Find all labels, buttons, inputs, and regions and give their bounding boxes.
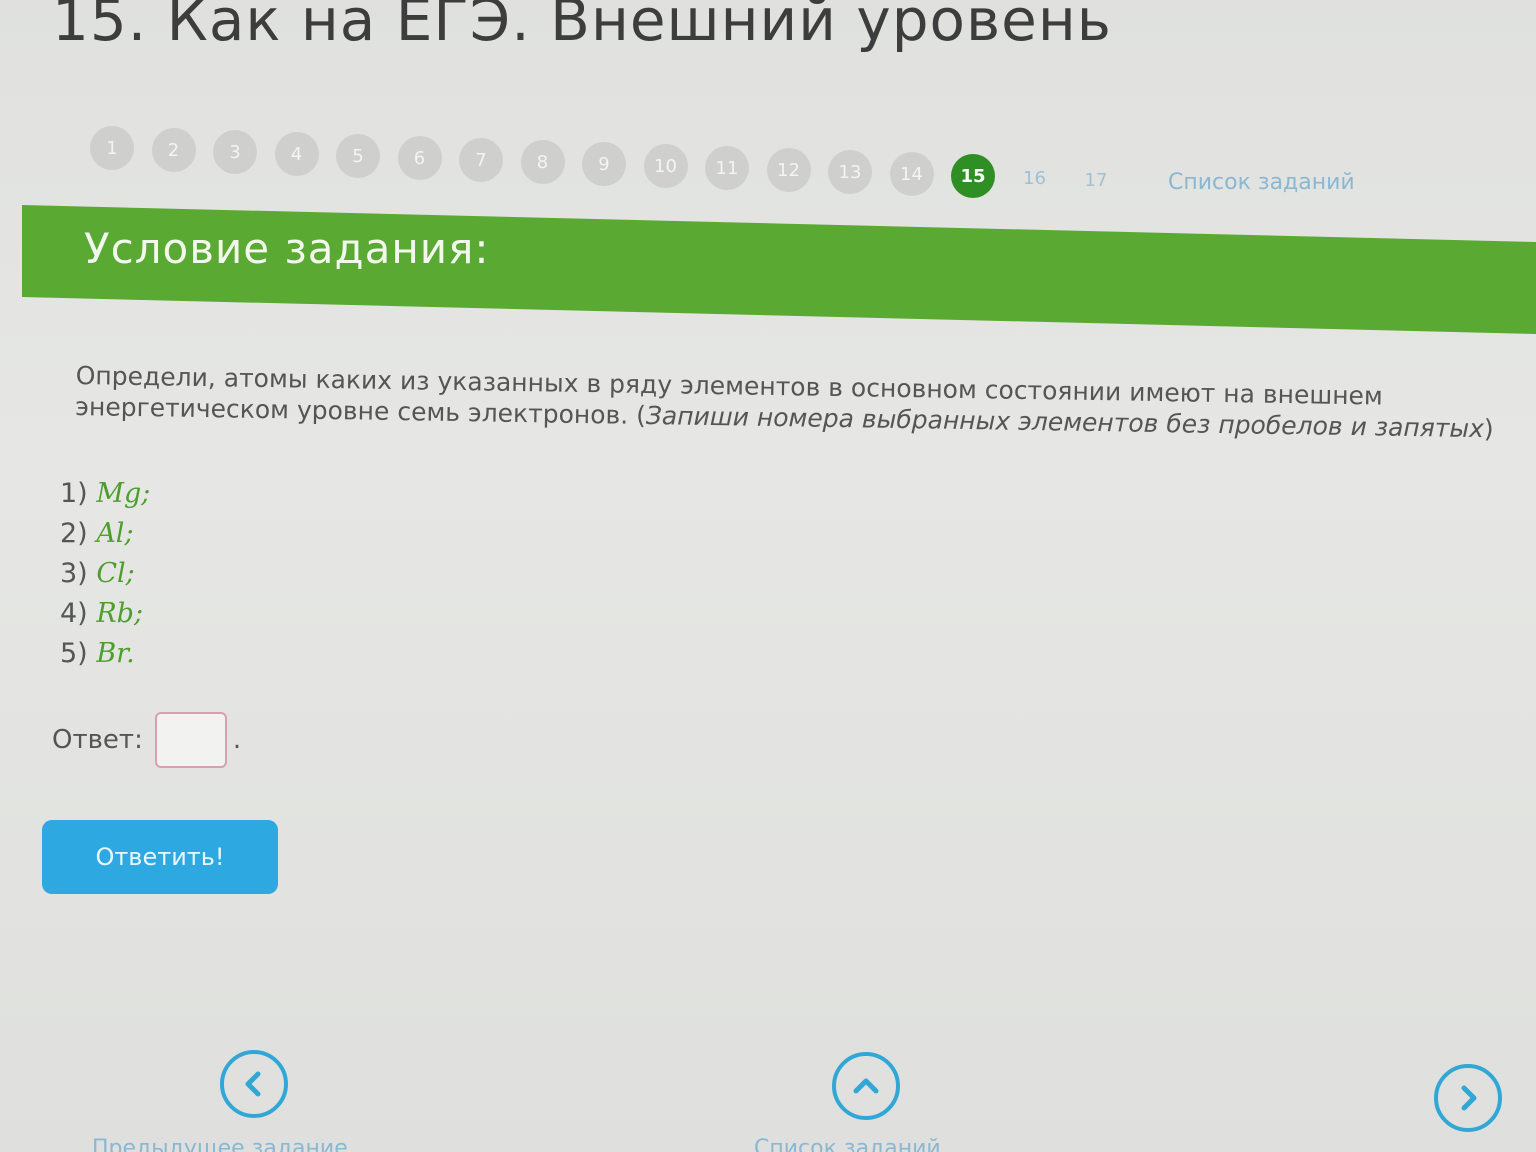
answer-suffix: . (232, 725, 242, 755)
submit-button[interactable]: Ответить! (42, 820, 278, 894)
page-title: 15. Как на ЕГЭ. Внешний уровень (52, 0, 1112, 54)
option-element: Cl (96, 558, 126, 589)
option-number: 1) (60, 478, 88, 509)
option-end: ; (124, 518, 134, 549)
task-list-link[interactable]: Список заданий (754, 1136, 941, 1152)
option-element: Mg (96, 478, 142, 509)
option-5: 5) Br. (60, 634, 150, 674)
options-list: 1) Mg; 2) Al; 3) Cl; 4) Rb; 5) Br. (60, 474, 150, 674)
option-1: 1) Mg; (60, 474, 150, 514)
task-list-link-top[interactable]: Список заданий (1168, 170, 1355, 195)
option-number: 4) (60, 598, 88, 629)
page-4-button[interactable]: 4 (274, 132, 319, 176)
option-number: 5) (60, 638, 88, 669)
page-11-button[interactable]: 11 (705, 146, 749, 190)
option-3: 3) Cl; (60, 554, 150, 594)
task-question: Определи, атомы каких из указанных в ряд… (75, 360, 1526, 445)
chevron-left-icon (245, 1071, 261, 1097)
answer-row: Ответ: . (52, 712, 241, 768)
page-15-button[interactable]: 15 (951, 154, 995, 198)
task-pager: 1 2 3 4 5 6 7 8 9 10 11 12 13 14 15 16 17 Список заданий (90, 126, 1410, 198)
option-number: 2) (60, 518, 88, 549)
page-2-button[interactable]: 2 (151, 128, 196, 172)
page-8-button[interactable]: 8 (520, 140, 565, 184)
task-hint-close: ) (1483, 414, 1494, 444)
prev-task-link[interactable]: Предыдущее задание (92, 1136, 348, 1152)
option-end: . (126, 638, 135, 669)
prev-task-button[interactable] (220, 1050, 288, 1118)
option-end: ; (125, 558, 135, 589)
answer-input[interactable] (154, 712, 227, 768)
task-header: Условие задания: (84, 224, 490, 273)
page-5-button[interactable]: 5 (336, 134, 380, 178)
option-end: ; (133, 598, 144, 629)
option-4: 4) Rb; (60, 594, 150, 634)
option-element: Rb (96, 598, 134, 629)
option-element: Al (96, 518, 125, 549)
page-1-button[interactable]: 1 (90, 126, 134, 170)
option-2: 2) Al; (60, 514, 150, 554)
page-7-button[interactable]: 7 (459, 138, 503, 182)
page-16-button[interactable]: 16 (1013, 156, 1057, 200)
page-13-button[interactable]: 13 (828, 150, 872, 194)
option-end: ; (141, 478, 151, 509)
page-10-button[interactable]: 10 (643, 144, 688, 188)
page: 15. Как на ЕГЭ. Внешний уровень 12345678… (0, 0, 1536, 1152)
option-element: Br (96, 638, 127, 669)
page-14-button[interactable]: 14 (889, 152, 934, 196)
page-9-button[interactable]: 9 (582, 142, 626, 186)
page-17-button[interactable]: 17 (1074, 158, 1118, 202)
next-task-button[interactable] (1434, 1064, 1502, 1132)
chevron-right-icon (1461, 1085, 1477, 1111)
task-list-up-button[interactable] (832, 1052, 900, 1120)
page-3-button[interactable]: 3 (213, 130, 257, 174)
answer-label: Ответ: (52, 725, 143, 755)
page-12-button[interactable]: 12 (766, 148, 811, 192)
option-number: 3) (60, 558, 88, 589)
page-6-button[interactable]: 6 (397, 136, 442, 180)
chevron-up-icon (853, 1078, 879, 1094)
